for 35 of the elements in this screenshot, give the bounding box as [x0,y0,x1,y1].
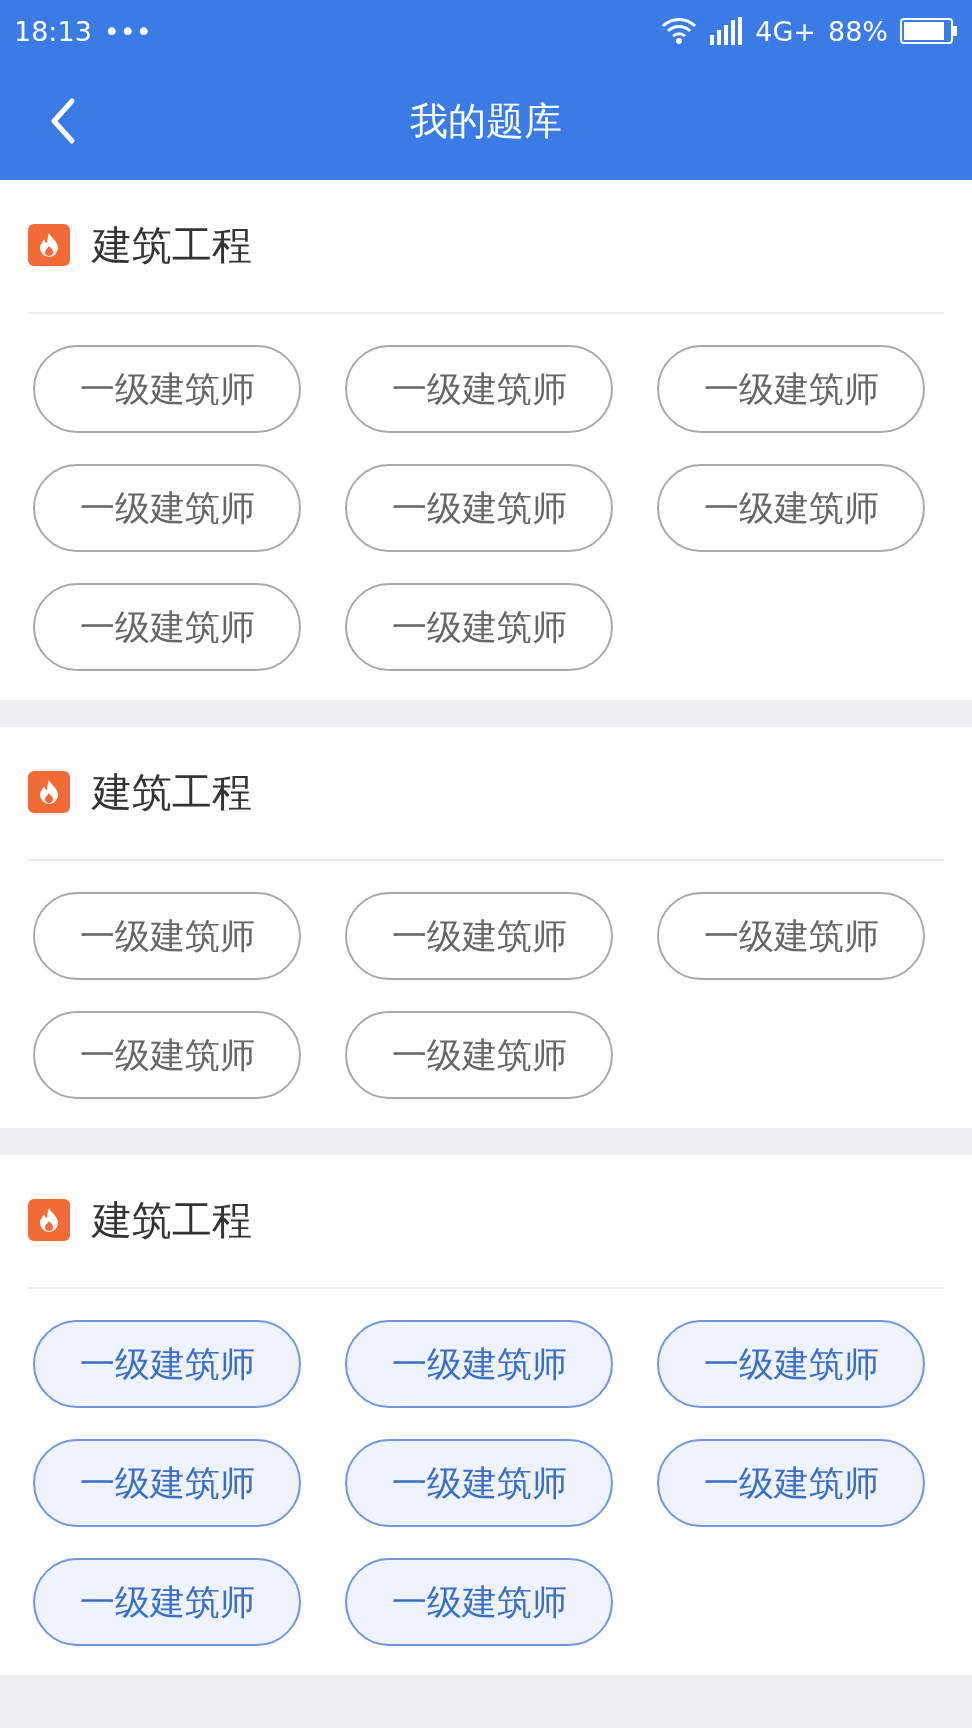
category-title: 建筑工程 [92,220,252,270]
category-title: 建筑工程 [92,1195,252,1245]
status-dots: ••• [103,15,152,47]
category-title: 建筑工程 [92,767,252,817]
subject-chip[interactable]: 一级建筑师 [345,1439,613,1527]
subject-chip[interactable]: 一级建筑师 [657,892,925,980]
flame-icon [28,771,70,813]
subject-chip[interactable]: 一级建筑师 [33,1439,301,1527]
subject-chip[interactable]: 一级建筑师 [345,1320,613,1408]
wifi-icon [661,17,698,45]
subject-chip[interactable]: 一级建筑师 [345,583,613,671]
status-time: 18:13 [14,15,92,47]
flame-icon [28,224,70,266]
subject-chip[interactable]: 一级建筑师 [33,1558,301,1646]
subject-chip[interactable]: 一级建筑师 [345,464,613,552]
subject-chip[interactable]: 一级建筑师 [345,892,613,980]
subject-chip[interactable]: 一级建筑师 [345,1558,613,1646]
page-title: 我的题库 [410,97,562,145]
subject-chip[interactable]: 一级建筑师 [33,1011,301,1099]
subject-chip[interactable]: 一级建筑师 [33,583,301,671]
subject-chip[interactable]: 一级建筑师 [33,464,301,552]
subject-chip[interactable]: 一级建筑师 [33,892,301,980]
subject-chip[interactable]: 一级建筑师 [657,464,925,552]
subject-chip[interactable]: 一级建筑师 [33,1320,301,1408]
network-type: 4G+ [755,15,816,47]
subject-chip[interactable]: 一级建筑师 [345,345,613,433]
battery-percent: 88% [828,15,888,47]
subject-chip[interactable]: 一级建筑师 [657,1439,925,1527]
subject-chip[interactable]: 一级建筑师 [657,1320,925,1408]
battery-icon [900,18,958,44]
subject-chip[interactable]: 一级建筑师 [33,345,301,433]
flame-icon [28,1199,70,1241]
signal-icon [709,17,744,45]
subject-chip[interactable]: 一级建筑师 [345,1011,613,1099]
subject-chip[interactable]: 一级建筑师 [657,345,925,433]
